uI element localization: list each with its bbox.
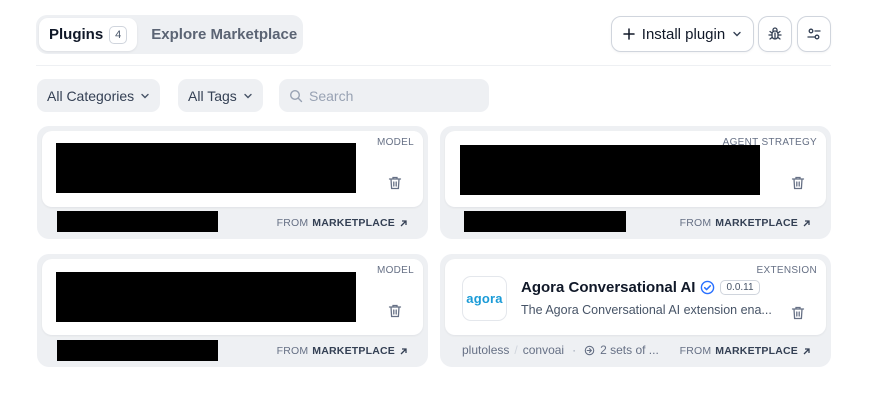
- source-name: MARKETPLACE: [715, 345, 798, 357]
- source-prefix: FROM: [276, 217, 309, 229]
- trash-icon[interactable]: [790, 175, 806, 191]
- plugin-settings-button[interactable]: [797, 16, 831, 52]
- plugin-count-badge: 4: [109, 25, 128, 44]
- source-prefix: FROM: [276, 345, 309, 357]
- debug-button[interactable]: [758, 16, 792, 52]
- source-name: MARKETPLACE: [715, 217, 798, 229]
- search-icon: [289, 89, 303, 102]
- tab-plugins[interactable]: Plugins 4: [39, 18, 138, 51]
- debug-icon: [768, 27, 782, 40]
- arrow-up-right-icon: [803, 347, 810, 354]
- categories-filter-label: All Categories: [47, 87, 135, 104]
- search-box[interactable]: [279, 79, 489, 112]
- plugin-meta: plutoless / convoai · 2 sets of ...: [462, 343, 659, 357]
- source-name: MARKETPLACE: [312, 217, 395, 229]
- redacted-block: [464, 211, 626, 232]
- endpoint-icon: [584, 345, 595, 355]
- plugin-card-body: EXTENSION agora Agora Conversational AI …: [445, 259, 826, 335]
- source-prefix: FROM: [679, 345, 712, 357]
- redacted-block: [460, 145, 760, 195]
- redacted-block: [56, 272, 356, 322]
- plugin-title: Agora Conversational AI: [521, 279, 696, 296]
- plugin-card-body: AGENT STRATEGY: [445, 131, 826, 207]
- source-label[interactable]: FROM MARKETPLACE: [277, 345, 408, 357]
- plugin-repo: convoai: [522, 343, 565, 357]
- category-tag: MODEL: [367, 259, 423, 279]
- install-plugin-label: Install plugin: [641, 25, 726, 43]
- source-label[interactable]: FROM MARKETPLACE: [277, 217, 408, 229]
- plugin-card-body: MODEL: [42, 131, 423, 207]
- trash-icon[interactable]: [387, 175, 403, 191]
- chevron-down-icon: [733, 31, 741, 37]
- chevron-down-icon: [141, 93, 149, 98]
- source-name: MARKETPLACE: [312, 345, 395, 357]
- install-plugin-button[interactable]: Install plugin: [611, 16, 754, 52]
- redacted-block: [56, 143, 356, 193]
- tags-filter[interactable]: All Tags: [178, 79, 263, 112]
- trash-icon[interactable]: [790, 305, 806, 321]
- plugin-card[interactable]: MODEL FROM MARKETPLACE: [37, 126, 428, 239]
- chevron-down-icon: [244, 93, 252, 98]
- settings-sliders-icon: [807, 28, 821, 40]
- org-repo-separator: /: [514, 343, 518, 357]
- source-label[interactable]: FROM MARKETPLACE: [680, 345, 811, 357]
- plus-icon: [623, 28, 635, 40]
- category-tag: EXTENSION: [747, 259, 826, 279]
- tab-explore-marketplace[interactable]: Explore Marketplace: [151, 26, 297, 43]
- plugin-title-row: Agora Conversational AI 0.0.11: [521, 279, 760, 296]
- redacted-block: [57, 211, 218, 232]
- plugin-org: plutoless: [462, 343, 510, 357]
- source-prefix: FROM: [679, 217, 712, 229]
- version-badge: 0.0.11: [720, 280, 760, 295]
- redacted-block: [57, 340, 218, 361]
- tab-plugins-label: Plugins: [49, 26, 104, 43]
- trash-icon[interactable]: [387, 303, 403, 319]
- arrow-up-right-icon: [400, 219, 407, 226]
- arrow-up-right-icon: [803, 219, 810, 226]
- plugin-card-agora[interactable]: EXTENSION agora Agora Conversational AI …: [440, 254, 831, 367]
- plugin-description: The Agora Conversational AI extension en…: [521, 303, 772, 317]
- categories-filter[interactable]: All Categories: [37, 79, 161, 112]
- tags-filter-label: All Tags: [188, 87, 237, 104]
- plugin-card[interactable]: MODEL FROM MARKETPLACE: [37, 254, 428, 367]
- endpoints-count: 2 sets of ...: [600, 343, 659, 357]
- meta-separator: ·: [572, 343, 577, 357]
- plugin-logo-text: agora: [466, 291, 503, 306]
- plugin-logo: agora: [462, 276, 507, 321]
- source-label[interactable]: FROM MARKETPLACE: [680, 217, 811, 229]
- plugin-tabs: Plugins 4 Explore Marketplace: [36, 15, 303, 54]
- plugin-card-body: MODEL: [42, 259, 423, 335]
- arrow-up-right-icon: [400, 347, 407, 354]
- header-divider: [36, 65, 831, 66]
- search-input[interactable]: [309, 87, 469, 104]
- verified-icon: [701, 280, 715, 295]
- plugin-card[interactable]: AGENT STRATEGY FROM MARKETPLACE: [440, 126, 831, 239]
- category-tag: MODEL: [367, 131, 423, 151]
